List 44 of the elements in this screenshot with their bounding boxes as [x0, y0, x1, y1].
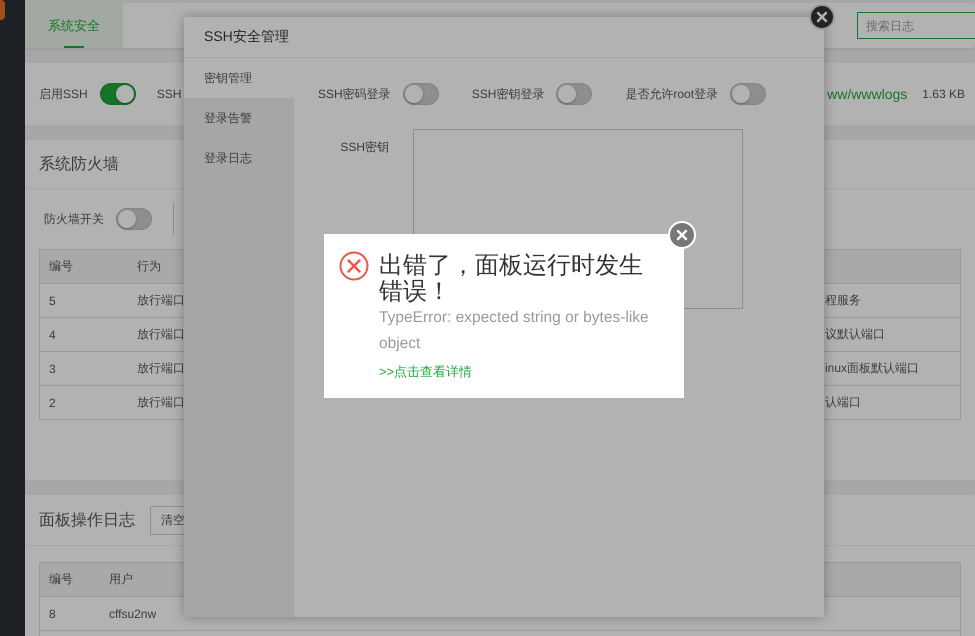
table-cell-text: inux面板默认端口	[824, 360, 920, 377]
search-field[interactable]: 搜索日志	[857, 12, 975, 39]
tab[interactable]: 系统安全	[25, 3, 123, 48]
details-link[interactable]: >>点击查看详情	[379, 363, 472, 381]
toggle-switch[interactable]	[100, 83, 136, 105]
menu-item[interactable]: 登录告警	[184, 98, 294, 138]
table-cell-text: 放行端口	[136, 360, 186, 377]
table-cell-text: 3	[48, 362, 57, 376]
table-cell-text: 程服务	[824, 292, 862, 309]
toggle-switch[interactable]	[116, 208, 152, 230]
switch-label: SSH密钥登录	[472, 86, 544, 102]
table-cell-text: 4	[48, 328, 57, 342]
log-size: 1.63 KB	[922, 87, 965, 101]
switch-label: 是否允许root登录	[625, 86, 718, 102]
dialog-title: SSH安全管理	[204, 28, 289, 46]
key-label: SSH密钥	[339, 139, 389, 156]
log-path-link[interactable]: ww/wwwlogs	[827, 86, 908, 102]
toggle-switch[interactable]	[730, 83, 766, 105]
menu-item[interactable]: 登录日志	[184, 138, 294, 178]
table-cell-text: 认端口	[824, 394, 862, 411]
toggle-switch[interactable]	[402, 83, 439, 105]
column-header: 编号	[48, 258, 74, 275]
table-cell-text: 议默认端口	[824, 326, 886, 343]
panel-title: 面板操作日志	[39, 510, 135, 530]
table-cell-text: 放行端口	[136, 326, 186, 343]
table-cell-text: 放行端口	[136, 292, 186, 309]
error-title: 出错了，面板运行时发生错误！	[379, 253, 644, 305]
error-message: TypeError: expected string or bytes-like object	[379, 308, 650, 354]
table-cell-text: cffsu2nw	[108, 606, 158, 620]
toggle-switch[interactable]	[556, 83, 592, 105]
error-icon	[339, 251, 369, 281]
table-cell-text: 8	[48, 606, 57, 620]
switch-label: SSH密码登录	[318, 86, 391, 102]
menu-item[interactable]: 密钥管理	[184, 58, 294, 98]
panel-title: 系统防火墙	[39, 154, 119, 174]
table-cell-text: 放行端口	[136, 394, 186, 411]
column-header: 用户	[108, 571, 134, 588]
ssh-label: 启用SSH	[39, 86, 88, 102]
table-cell-text: 2	[48, 396, 57, 410]
column-header: 编号	[48, 571, 74, 588]
column-header: 行为	[136, 258, 162, 275]
switch-label: 防火墙开关	[44, 210, 104, 228]
table-cell-text: 5	[48, 294, 57, 308]
port-label: SSH	[156, 87, 182, 101]
